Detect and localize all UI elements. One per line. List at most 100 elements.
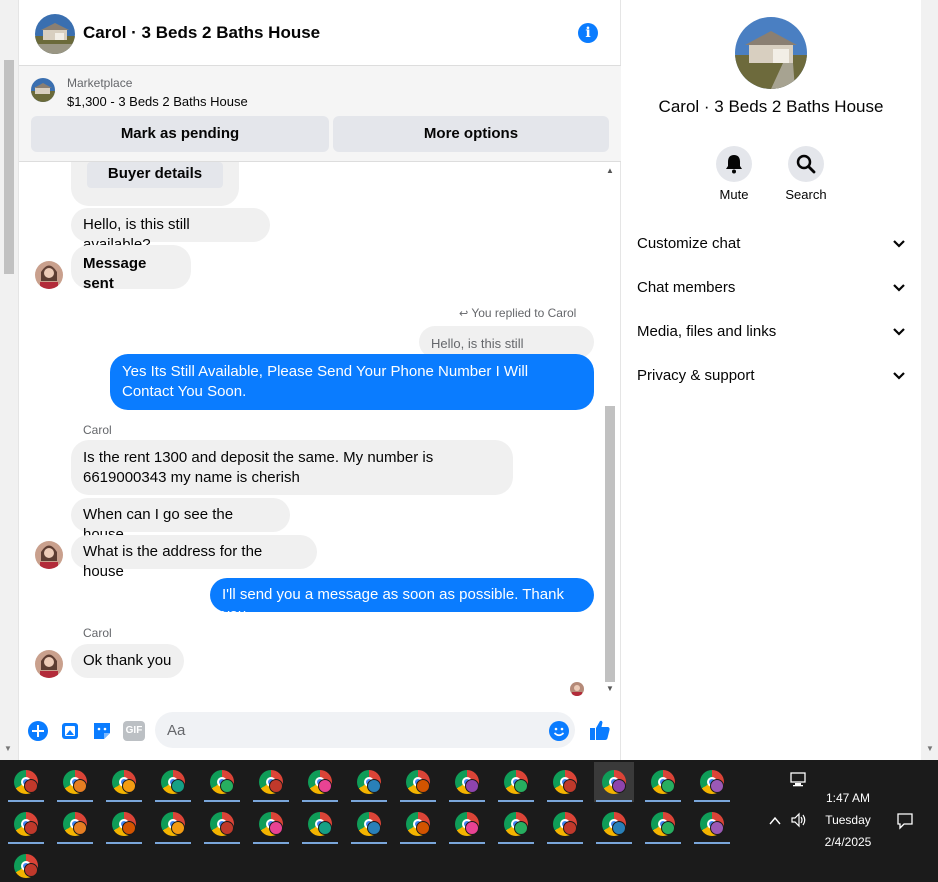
info-icon[interactable]: i bbox=[578, 23, 598, 43]
message-bubble[interactable]: Hello, is this still available? bbox=[71, 208, 270, 253]
message-bubble[interactable]: What is the address for the house bbox=[71, 535, 317, 580]
carol-avatar[interactable] bbox=[35, 541, 63, 569]
chrome-taskbar-icon[interactable] bbox=[594, 804, 634, 844]
chevron-down-icon bbox=[893, 372, 905, 380]
scroll-down-arrow-icon[interactable]: ▼ bbox=[4, 744, 12, 753]
privacy-support-section[interactable]: Privacy & support bbox=[637, 365, 907, 389]
carol-avatar[interactable] bbox=[35, 261, 63, 289]
reply-indicator-label: You replied to Carol bbox=[471, 306, 577, 320]
outer-scrollbar[interactable]: ▼ bbox=[0, 0, 18, 760]
chrome-taskbar-icon[interactable] bbox=[6, 804, 46, 844]
chat-title[interactable]: Carol · 3 Beds 2 Baths House bbox=[83, 23, 320, 43]
scroll-down-arrow-icon[interactable]: ▼ bbox=[926, 744, 934, 753]
customize-chat-section[interactable]: Customize chat bbox=[637, 233, 907, 257]
composer: GIF bbox=[19, 702, 622, 760]
volume-icon[interactable] bbox=[790, 812, 808, 828]
mute-button[interactable] bbox=[716, 146, 752, 182]
chevron-down-icon bbox=[893, 240, 905, 248]
chrome-taskbar-icon[interactable] bbox=[496, 804, 536, 844]
chat-window: Carol · 3 Beds 2 Baths House i Marketpla… bbox=[18, 0, 622, 760]
chrome-taskbar-icon[interactable] bbox=[55, 804, 95, 844]
image-icon[interactable] bbox=[59, 720, 81, 742]
plus-icon[interactable] bbox=[27, 720, 49, 742]
chat-avatar[interactable] bbox=[35, 14, 75, 54]
chrome-taskbar-icon[interactable] bbox=[349, 804, 389, 844]
carol-avatar[interactable] bbox=[35, 650, 63, 678]
chat-info-panel: Carol · 3 Beds 2 Baths House Mute Search… bbox=[621, 0, 921, 760]
reply-indicator: ↩ You replied to Carol bbox=[459, 306, 576, 320]
section-label: Privacy & support bbox=[637, 367, 755, 384]
chrome-taskbar-icon[interactable] bbox=[153, 804, 193, 844]
clock-date[interactable]: 2/4/2025 bbox=[818, 835, 878, 849]
network-icon[interactable] bbox=[790, 772, 808, 788]
search-button[interactable] bbox=[788, 146, 824, 182]
chrome-taskbar-icon[interactable] bbox=[545, 804, 585, 844]
screen: ▼ Carol · 3 Beds 2 Baths House i Marketp… bbox=[0, 0, 938, 882]
chrome-taskbar-icon[interactable] bbox=[300, 804, 340, 844]
media-files-links-section[interactable]: Media, files and links bbox=[637, 321, 907, 345]
chrome-taskbar-icon[interactable] bbox=[104, 804, 144, 844]
buyer-details-button[interactable]: Buyer details bbox=[87, 162, 223, 188]
message-bubble[interactable]: Ok thank you bbox=[71, 644, 184, 678]
chrome-taskbar-icon[interactable] bbox=[447, 804, 487, 844]
chat-header: Carol · 3 Beds 2 Baths House i bbox=[19, 0, 622, 66]
bell-icon bbox=[726, 155, 742, 174]
right-scrollbar[interactable]: ▼ bbox=[921, 0, 938, 760]
message-bubble[interactable]: When can I go see the house. bbox=[71, 498, 290, 543]
chrome-taskbar-icon[interactable] bbox=[398, 804, 438, 844]
message-bubble-outgoing[interactable]: I'll send you a message as soon as possi… bbox=[210, 578, 594, 623]
chrome-taskbar-icon[interactable] bbox=[300, 762, 340, 802]
profile-name: Carol · 3 Beds 2 Baths House bbox=[658, 97, 884, 116]
chrome-taskbar-icon[interactable] bbox=[104, 762, 144, 802]
message-bubble-outgoing[interactable]: Yes Its Still Available, Please Send You… bbox=[110, 354, 594, 410]
listing-thumbnail[interactable] bbox=[31, 78, 55, 102]
thumbs-up-icon[interactable] bbox=[588, 718, 612, 742]
chrome-taskbar-icon[interactable] bbox=[153, 762, 193, 802]
messages-scroll-thumb[interactable] bbox=[605, 406, 615, 682]
chrome-taskbar-icon[interactable] bbox=[6, 762, 46, 802]
marketplace-banner: Marketplace $1,300 - 3 Beds 2 Baths Hous… bbox=[19, 66, 622, 162]
mark-pending-button[interactable]: Mark as pending bbox=[31, 116, 329, 152]
sender-name: Carol bbox=[83, 626, 112, 640]
chrome-taskbar-icon[interactable] bbox=[349, 762, 389, 802]
message-bubble[interactable]: Message sent bbox=[71, 245, 191, 292]
chrome-taskbar-icon[interactable] bbox=[202, 804, 242, 844]
chrome-taskbar-icon[interactable] bbox=[447, 762, 487, 802]
chevron-up-icon[interactable] bbox=[768, 814, 782, 828]
chat-members-section[interactable]: Chat members bbox=[637, 277, 907, 301]
more-options-button[interactable]: More options bbox=[333, 116, 609, 152]
listing-title[interactable]: $1,300 - 3 Beds 2 Baths House bbox=[67, 94, 248, 109]
clock-day[interactable]: Tuesday bbox=[818, 813, 878, 827]
messages-scrollbar[interactable]: ▲ ▼ bbox=[603, 166, 617, 698]
chrome-taskbar-icon[interactable] bbox=[545, 762, 585, 802]
chrome-taskbar-icon[interactable] bbox=[692, 762, 732, 802]
scroll-down-arrow-icon[interactable]: ▼ bbox=[606, 684, 614, 693]
seen-avatar bbox=[570, 682, 584, 696]
clock-time[interactable]: 1:47 AM bbox=[818, 791, 878, 805]
chrome-taskbar-icon[interactable] bbox=[398, 762, 438, 802]
chrome-taskbar-icon[interactable] bbox=[594, 762, 634, 802]
chrome-taskbar-icon[interactable] bbox=[55, 762, 95, 802]
notification-icon[interactable] bbox=[896, 812, 914, 830]
search-label: Search bbox=[785, 187, 827, 202]
message-bubble[interactable]: Is the rent 1300 and deposit the same. M… bbox=[71, 440, 513, 495]
chrome-taskbar-icon[interactable] bbox=[496, 762, 536, 802]
chrome-taskbar-icon[interactable] bbox=[202, 762, 242, 802]
scroll-up-arrow-icon[interactable]: ▲ bbox=[606, 166, 614, 175]
chrome-taskbar-icon[interactable] bbox=[692, 804, 732, 844]
mute-label: Mute bbox=[719, 187, 749, 202]
outer-scroll-thumb[interactable] bbox=[4, 60, 14, 274]
chevron-down-icon bbox=[893, 284, 905, 292]
gif-icon[interactable]: GIF bbox=[123, 721, 145, 741]
chrome-taskbar-icon[interactable] bbox=[643, 804, 683, 844]
chevron-down-icon bbox=[893, 328, 905, 336]
chrome-taskbar-icon[interactable] bbox=[643, 762, 683, 802]
profile-avatar[interactable] bbox=[735, 17, 807, 89]
chrome-taskbar-icon[interactable] bbox=[251, 762, 291, 802]
sticker-icon[interactable] bbox=[91, 720, 113, 742]
chrome-taskbar-icon[interactable] bbox=[251, 804, 291, 844]
message-input[interactable] bbox=[155, 712, 575, 748]
emoji-icon[interactable] bbox=[548, 720, 570, 742]
section-label: Media, files and links bbox=[637, 323, 777, 340]
chrome-taskbar-icon[interactable] bbox=[6, 846, 46, 882]
